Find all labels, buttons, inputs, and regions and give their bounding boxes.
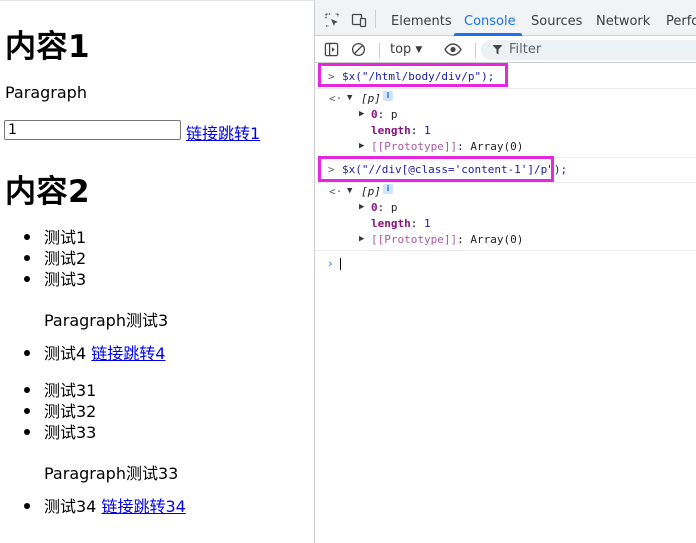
list-item-text: 测试34 bbox=[44, 497, 97, 516]
console-result-line[interactable]: <· ▼ [p] i bbox=[315, 91, 696, 107]
highlight-box bbox=[318, 156, 554, 182]
list-item: 测试31 bbox=[24, 380, 96, 401]
list-item: 测试2 bbox=[24, 248, 86, 269]
result-property[interactable]: ▶ [[Prototype]]: Array(0) bbox=[315, 139, 696, 155]
bullet-icon bbox=[24, 386, 30, 393]
link-jump-4[interactable]: 链接跳转4 bbox=[91, 344, 165, 363]
device-toolbar-icon[interactable] bbox=[351, 12, 367, 28]
list-item: 测试34 链接跳转34 bbox=[24, 496, 186, 517]
devtools-panel: Elements Console Sources Network Perfo t… bbox=[314, 0, 696, 543]
inspect-element-icon[interactable] bbox=[324, 12, 340, 28]
toolbar-divider bbox=[475, 43, 476, 58]
result-arrow-icon: <· bbox=[329, 92, 343, 105]
toolbar-divider bbox=[375, 10, 376, 28]
collapse-triangle-icon[interactable]: ▶ bbox=[359, 202, 364, 212]
result-property: length: 1 bbox=[371, 217, 431, 230]
filter-placeholder: Filter bbox=[509, 42, 542, 57]
expand-triangle-icon[interactable]: ▼ bbox=[347, 93, 352, 103]
heading-content-2: 内容2 bbox=[5, 174, 91, 210]
result-summary: [p] bbox=[361, 185, 381, 198]
tab-sources[interactable]: Sources bbox=[531, 14, 582, 29]
bullet-icon bbox=[24, 502, 30, 509]
result-property[interactable]: ▶ 0: p bbox=[315, 107, 696, 123]
bullet-icon bbox=[24, 349, 30, 356]
bullet-icon bbox=[24, 233, 30, 240]
result-property[interactable]: ▶ 0: p bbox=[315, 200, 696, 216]
tab-elements[interactable]: Elements bbox=[391, 14, 452, 29]
web-page: 内容1 Paragraph 链接跳转1 内容2 测试1 测试2 测试3 Para… bbox=[0, 0, 314, 543]
list-item: 测试3 bbox=[24, 269, 86, 290]
row-divider bbox=[315, 182, 696, 183]
result-summary: [p] bbox=[361, 92, 381, 105]
paragraph-test3: Paragraph测试3 bbox=[44, 311, 169, 330]
active-tab-indicator bbox=[454, 33, 522, 36]
tab-console[interactable]: Console bbox=[464, 14, 516, 29]
list-item: 测试32 bbox=[24, 401, 96, 422]
heading-content-1: 内容1 bbox=[5, 29, 91, 65]
link-jump-34[interactable]: 链接跳转34 bbox=[101, 497, 185, 516]
tab-network[interactable]: Network bbox=[596, 14, 650, 29]
live-expression-eye-icon[interactable] bbox=[444, 42, 462, 57]
link-jump-1[interactable]: 链接跳转1 bbox=[186, 120, 260, 144]
collapse-triangle-icon[interactable]: ▶ bbox=[359, 141, 364, 151]
console-prompt[interactable]: › bbox=[315, 256, 696, 272]
row-divider bbox=[315, 88, 696, 89]
list-item: 测试33 bbox=[24, 422, 96, 443]
toolbar-divider bbox=[379, 43, 380, 58]
context-selector[interactable]: top ▼ bbox=[390, 42, 422, 57]
result-arrow-icon: <· bbox=[329, 185, 343, 198]
info-icon[interactable]: i bbox=[383, 184, 393, 194]
bullet-icon bbox=[24, 407, 30, 414]
list-item: 测试4 链接跳转4 bbox=[24, 343, 165, 364]
sidebar-toggle-icon[interactable] bbox=[324, 42, 339, 57]
row-divider bbox=[315, 250, 696, 251]
collapse-triangle-icon[interactable]: ▶ bbox=[359, 109, 364, 119]
context-label: top bbox=[390, 42, 412, 57]
result-property: length: 1 bbox=[371, 124, 431, 137]
collapse-triangle-icon[interactable]: ▶ bbox=[359, 234, 364, 244]
filter-input[interactable]: Filter bbox=[481, 40, 696, 60]
info-icon[interactable]: i bbox=[383, 91, 393, 101]
filter-icon bbox=[492, 45, 503, 55]
list-item-text: 测试4 bbox=[44, 344, 87, 363]
bullet-icon bbox=[24, 275, 30, 282]
clear-console-icon[interactable] bbox=[351, 42, 366, 57]
text-cursor bbox=[340, 258, 341, 270]
expand-triangle-icon[interactable]: ▼ bbox=[347, 186, 352, 196]
tab-performance[interactable]: Perfo bbox=[666, 14, 696, 29]
text-input[interactable] bbox=[4, 120, 181, 140]
result-property[interactable]: ▶ [[Prototype]]: Array(0) bbox=[315, 232, 696, 248]
highlight-box bbox=[318, 63, 508, 87]
bullet-icon bbox=[24, 428, 30, 435]
console-toolbar: top ▼ Filter bbox=[315, 37, 696, 63]
bullet-icon bbox=[24, 254, 30, 261]
caret-down-icon: ▼ bbox=[415, 45, 423, 55]
paragraph-1: Paragraph bbox=[5, 83, 87, 102]
paragraph-test33: Paragraph测试33 bbox=[44, 464, 179, 483]
console-result-line[interactable]: <· ▼ [p] i bbox=[315, 184, 696, 200]
list-item: 测试1 bbox=[24, 227, 86, 248]
devtools-tabbar: Elements Console Sources Network Perfo bbox=[315, 0, 696, 36]
prompt-chevron-icon: › bbox=[327, 257, 334, 270]
